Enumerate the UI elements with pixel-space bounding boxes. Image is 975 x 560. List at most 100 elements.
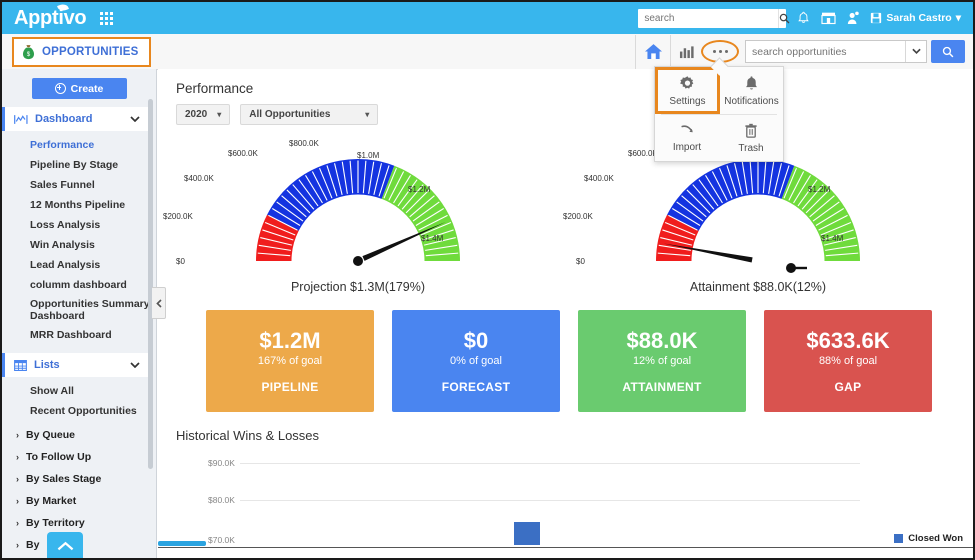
- sidebar-group-dashboard[interactable]: Dashboard: [2, 107, 148, 131]
- apptivo-logo[interactable]: Apptivo: [14, 8, 86, 28]
- sidebar-item-win-analysis[interactable]: Win Analysis: [2, 235, 156, 255]
- global-search-button[interactable]: [778, 9, 790, 28]
- sidebar-item-sales-funnel[interactable]: Sales Funnel: [2, 175, 156, 195]
- kpi-forecast-goal: 0% of goal: [450, 355, 502, 367]
- sidebar-group-lists-label: Lists: [34, 359, 60, 371]
- bell-notification-icon[interactable]: [797, 11, 810, 25]
- home-button[interactable]: [635, 35, 670, 69]
- horizontal-scrollbar[interactable]: [158, 541, 206, 546]
- opportunity-search-dropdown[interactable]: [905, 41, 926, 62]
- kpi-card-forecast[interactable]: $0 0% of goal FORECAST: [392, 310, 560, 412]
- application-window: Apptivo: [0, 0, 975, 560]
- year-filter[interactable]: 2020 ▾: [176, 104, 230, 125]
- global-search[interactable]: [638, 9, 786, 28]
- scope-filter[interactable]: All Opportunities ▾: [240, 104, 378, 125]
- gauge2-tick-1: $200.0K: [563, 212, 593, 221]
- sidebar-item-to-follow-up[interactable]: › To Follow Up: [2, 446, 156, 468]
- kpi-attainment-goal: 12% of goal: [633, 355, 691, 367]
- gauge1-tick-1: $200.0K: [163, 212, 193, 221]
- search-icon: [779, 13, 790, 24]
- global-header-actions: Sarah Castro ▾: [638, 9, 961, 28]
- sidebar-item-loss-analysis[interactable]: Loss Analysis: [2, 215, 156, 235]
- gauge-projection-caption: Projection $1.3M(179%): [158, 280, 558, 294]
- sidebar-collapse-toggle[interactable]: [152, 287, 166, 319]
- bar-closed-won[interactable]: [514, 522, 540, 545]
- menu-item-notifications[interactable]: Notifications: [720, 67, 783, 114]
- sidebar-lists-simple-items: Show All Recent Opportunities: [2, 377, 156, 421]
- kpi-gap-goal: 88% of goal: [819, 355, 877, 367]
- gauge2-tick-7: $1.4M: [821, 234, 844, 243]
- kpi-card-pipeline[interactable]: $1.2M 167% of goal PIPELINE: [206, 310, 374, 412]
- kpi-pipeline-value: $1.2M: [259, 329, 320, 353]
- opportunity-search-button[interactable]: [931, 40, 965, 63]
- sidebar-group-dashboard-label: Dashboard: [35, 113, 92, 125]
- sidebar-scrollbar[interactable]: [148, 99, 153, 469]
- reports-button[interactable]: [670, 35, 701, 69]
- gauge-projection: $0 $200.0K $400.0K $600.0K $800.0K $1.0M…: [158, 131, 558, 296]
- sidebar-item-12-months-pipeline[interactable]: 12 Months Pipeline: [2, 195, 156, 215]
- kpi-attainment-name: ATTAINMENT: [622, 380, 701, 394]
- gauge1-tick-7: $1.4M: [421, 234, 444, 243]
- sidebar-item-performance[interactable]: Performance: [2, 135, 156, 155]
- sidebar-item-lead-analysis[interactable]: Lead Analysis: [2, 255, 156, 275]
- sidebar-item-opportunities-summary-dashboard[interactable]: Opportunities Summary Dashboard: [2, 295, 156, 325]
- opportunity-search[interactable]: [745, 40, 927, 63]
- sidebar-item-by-sales-stage[interactable]: › By Sales Stage: [2, 468, 156, 490]
- gridline-90k: [240, 463, 860, 464]
- menu-row-2: Import Trash: [655, 115, 783, 161]
- opportunity-search-input[interactable]: [746, 41, 905, 62]
- menu-item-trash[interactable]: Trash: [719, 115, 783, 161]
- kpi-gap-name: GAP: [835, 380, 862, 394]
- kpi-card-attainment[interactable]: $88.0K 12% of goal ATTAINMENT: [578, 310, 746, 412]
- historical-chart: $90.0K $80.0K $70.0K Closed Won: [158, 453, 973, 548]
- chevron-down-icon: [130, 360, 140, 370]
- sidebar-item-by-market[interactable]: › By Market: [2, 490, 156, 512]
- module-tab-opportunities[interactable]: $ OPPORTUNITIES: [12, 37, 151, 67]
- import-arrow-icon: [679, 123, 696, 138]
- gauge1-tick-2: $400.0K: [184, 174, 214, 183]
- sidebar-item-mrr-dashboard[interactable]: MRR Dashboard: [2, 325, 156, 345]
- user-menu[interactable]: Sarah Castro ▾: [870, 12, 961, 24]
- ytick-80k: $80.0K: [208, 495, 235, 505]
- sidebar-item-columm-dashboard[interactable]: columm dashboard: [2, 275, 156, 295]
- chevron-right-icon: ›: [16, 430, 19, 440]
- gear-icon: [679, 75, 696, 92]
- store-icon[interactable]: [821, 11, 836, 25]
- chevron-up-icon: [57, 541, 74, 552]
- sidebar-item-recent-opportunities[interactable]: Recent Opportunities: [2, 401, 156, 421]
- scroll-to-top-button[interactable]: [47, 532, 83, 560]
- chevron-right-icon: ›: [16, 452, 19, 462]
- dashboard-filters: 2020 ▾ All Opportunities ▾: [176, 104, 973, 125]
- menu-item-settings-label: Settings: [669, 96, 705, 107]
- chart-legend[interactable]: Closed Won: [894, 533, 963, 544]
- gauge2-tick-6: $1.2M: [808, 185, 831, 194]
- trash-icon: [744, 123, 758, 139]
- user-badge-icon[interactable]: [847, 11, 859, 25]
- chevron-right-icon: ›: [16, 540, 19, 550]
- chevron-right-icon: ›: [16, 474, 19, 484]
- gauge1-tick-6: $1.2M: [408, 185, 431, 194]
- create-button[interactable]: Create: [32, 78, 127, 99]
- chevron-right-icon: ›: [16, 496, 19, 506]
- menu-row-1: Settings Notifications: [655, 67, 783, 114]
- sidebar-item-by-territory[interactable]: › By Territory: [2, 512, 156, 534]
- sidebar-item-to-follow-up-label: To Follow Up: [26, 451, 91, 463]
- table-list-icon: [14, 360, 27, 371]
- sidebar-item-pipeline-by-stage[interactable]: Pipeline By Stage: [2, 155, 156, 175]
- grid-apps-icon[interactable]: [100, 12, 113, 25]
- kpi-card-gap[interactable]: $633.6K 88% of goal GAP: [764, 310, 932, 412]
- menu-item-settings[interactable]: Settings: [655, 67, 720, 114]
- gauge1-tick-3: $600.0K: [228, 149, 258, 158]
- sidebar-group-lists[interactable]: Lists: [2, 353, 148, 377]
- sidebar-item-show-all[interactable]: Show All: [2, 381, 156, 401]
- gauge-projection-svg: $0 $200.0K $400.0K $600.0K $800.0K $1.0M…: [158, 131, 558, 273]
- kpi-forecast-value: $0: [464, 329, 488, 353]
- x-axis: [158, 547, 973, 549]
- sidebar-item-by-queue[interactable]: › By Queue: [2, 424, 156, 446]
- page-title: Performance: [176, 81, 973, 96]
- menu-item-import[interactable]: Import: [655, 115, 719, 161]
- global-search-input[interactable]: [638, 9, 778, 28]
- home-icon: [644, 43, 663, 60]
- main-content: Performance 2020 ▾ All Opportunities ▾: [158, 69, 973, 560]
- kpi-forecast-name: FORECAST: [442, 380, 510, 394]
